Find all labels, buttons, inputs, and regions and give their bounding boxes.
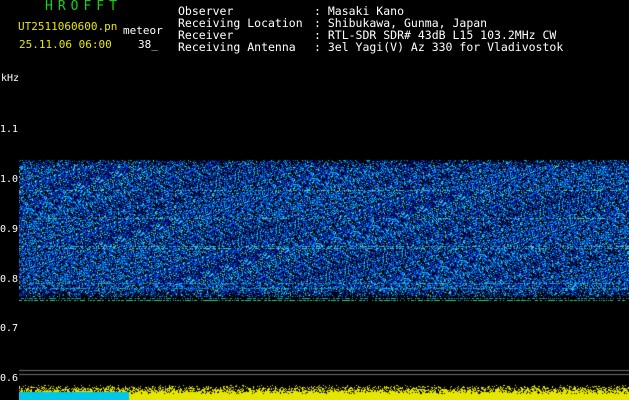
mode-label: meteor	[123, 24, 163, 37]
info-row-antenna: Receiving Antenna : 3el Yagi(V) Az 330 f…	[178, 41, 563, 53]
info-label: Receiving Antenna	[178, 40, 296, 54]
station-info-panel: Observer : Masaki Kano Receiving Locatio…	[178, 5, 563, 53]
y-axis-unit: kHz	[1, 73, 20, 84]
hrofft-spectrogram-window: HROFFT UT2511060600.pn meteor 25.11.06 0…	[0, 0, 629, 400]
image-filename: UT2511060600.pn	[18, 20, 118, 33]
y-tick-label: 0.8	[0, 274, 19, 285]
app-brand: HROFFT	[45, 0, 122, 14]
y-tick-label: 0.9	[0, 224, 19, 235]
meteor-count: 38_	[138, 38, 158, 51]
y-tick-label: 1.0	[0, 174, 19, 185]
info-value: : 3el Yagi(V) Az 330 for Vladivostok	[314, 40, 564, 54]
spectrogram-canvas	[19, 78, 629, 400]
y-tick-label: 0.7	[0, 323, 19, 334]
timestamp: 25.11.06 06:00	[19, 38, 112, 51]
y-tick-label: 0.6	[0, 373, 19, 384]
y-tick-label: 1.1	[0, 124, 19, 135]
